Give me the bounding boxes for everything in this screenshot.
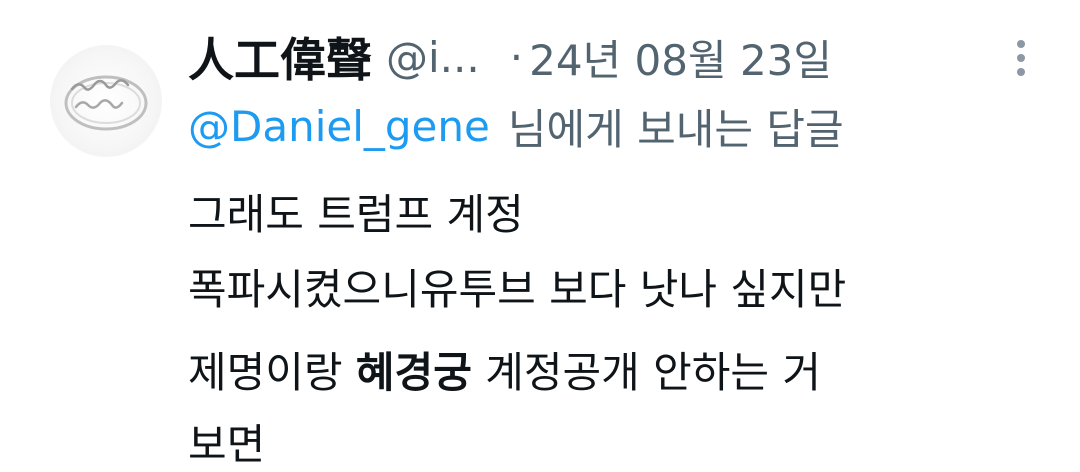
more-vertical-icon (1017, 40, 1025, 76)
tweet-text-line-4: 보면 (188, 419, 266, 469)
tweet-text-line: 제명이랑 혜경궁 계정공개 안하는 거 (188, 338, 821, 400)
reply-context-label: 님에게 보내는 답글 (507, 104, 844, 154)
tweet[interactable]: 人工偉聲 @i... · 24년 08월 23일 @Daniel_gene 님에… (0, 0, 1080, 469)
avatar[interactable] (50, 45, 162, 157)
tweet-text-line-3-end: 계정공개 안하는 거 (471, 347, 822, 397)
header-separator: · (509, 32, 524, 82)
reply-mention-link[interactable]: @Daniel_gene (188, 102, 490, 151)
reply-context: @Daniel_gene 님에게 보내는 답글 (188, 95, 844, 157)
tweet-text-line-2: 폭파시켰으니유투브 보다 낫나 싶지만 (188, 264, 847, 314)
tweet-text-line: 그래도 트럼프 계정 (188, 180, 524, 242)
tweet-text-line: 폭파시켰으니유투브 보다 낫나 싶지만 (188, 255, 846, 317)
more-button[interactable] (1010, 38, 1032, 78)
avatar-ring-image (64, 75, 148, 131)
tweet-text-bold: 혜경궁 (355, 347, 472, 397)
tweet-header: 人工偉聲 @i... · 24년 08월 23일 (188, 22, 1048, 92)
tweet-text-line-3-start: 제명이랑 (188, 347, 356, 397)
tweet-date[interactable]: 24년 08월 23일 (529, 27, 832, 88)
tweet-text-line-1: 그래도 트럼프 계정 (188, 189, 524, 239)
tweet-text-line: 보면 (188, 410, 265, 472)
author-display-name[interactable]: 人工偉聲 (188, 24, 372, 90)
author-handle[interactable]: @i... (386, 33, 480, 82)
